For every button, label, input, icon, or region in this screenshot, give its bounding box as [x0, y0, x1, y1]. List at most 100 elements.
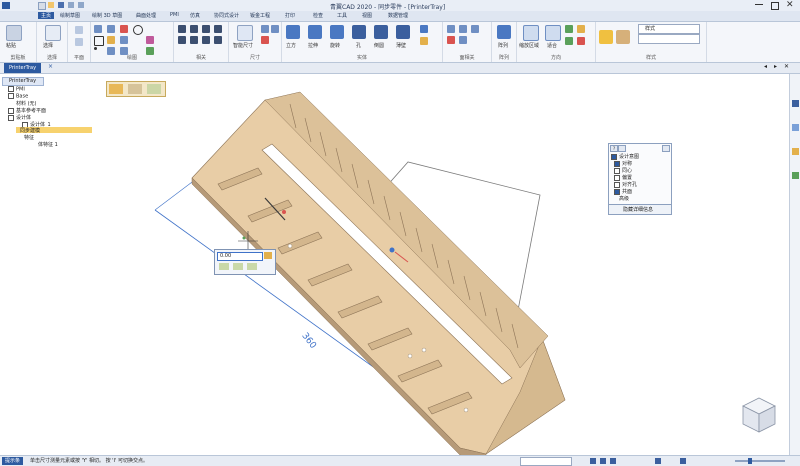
- side-panel-icon-2[interactable]: [792, 124, 799, 131]
- app-logo-icon[interactable]: [2, 2, 10, 9]
- fit-icon[interactable]: [545, 25, 561, 41]
- qat-save-icon[interactable]: [58, 2, 64, 8]
- status-icon-c[interactable]: [610, 458, 616, 464]
- tree-item[interactable]: PMI: [8, 86, 25, 93]
- angle-dimension-icon[interactable]: [261, 25, 269, 33]
- select-mode-icon[interactable]: [109, 84, 123, 94]
- checkbox[interactable]: [614, 174, 620, 181]
- status-icon-e[interactable]: [680, 458, 686, 464]
- symmetric-dimension-icon[interactable]: [261, 36, 269, 44]
- draft-icon[interactable]: [420, 25, 428, 33]
- paste-icon[interactable]: [6, 25, 22, 41]
- extrude-icon[interactable]: [308, 25, 322, 39]
- zoom-slider[interactable]: [735, 460, 785, 462]
- circle-icon[interactable]: [133, 25, 143, 35]
- hole-icon[interactable]: [352, 25, 366, 39]
- document-tab[interactable]: PrinterTray: [4, 63, 42, 73]
- doc-close-icon[interactable]: ✕: [784, 63, 789, 70]
- tab-inspect[interactable]: 检查: [313, 12, 323, 19]
- intent-option[interactable]: 对齐孔: [614, 181, 637, 188]
- round-icon[interactable]: [374, 25, 388, 39]
- thin-icon[interactable]: [396, 25, 410, 39]
- hide-details-button[interactable]: 隐藏详细信息: [609, 204, 671, 214]
- shading-icon[interactable]: [599, 30, 613, 44]
- face-delete-icon[interactable]: [447, 36, 455, 44]
- point-icon[interactable]: [94, 47, 97, 50]
- shell-icon[interactable]: [420, 37, 428, 45]
- coordinate-dimension-icon[interactable]: [271, 25, 279, 33]
- pattern-icon[interactable]: [497, 25, 511, 39]
- view-zoom-icon[interactable]: [565, 37, 573, 45]
- view-cube[interactable]: [741, 396, 777, 434]
- tab-data-management[interactable]: 数据管理: [388, 12, 408, 19]
- view-orient-icon[interactable]: [577, 37, 585, 45]
- select-area-icon[interactable]: [147, 84, 161, 94]
- dimension-direction-left-icon[interactable]: [219, 263, 229, 270]
- maximize-icon[interactable]: [771, 2, 779, 10]
- face-offset-icon[interactable]: [471, 25, 479, 33]
- select-arrow-icon[interactable]: [45, 25, 61, 41]
- style-dropdown[interactable]: 样式: [638, 24, 700, 34]
- fillet-icon[interactable]: [120, 36, 128, 44]
- minimize-icon[interactable]: [755, 4, 763, 5]
- relate-horizontal-icon[interactable]: [178, 25, 186, 33]
- checkbox[interactable]: [8, 107, 14, 114]
- plane-lock-icon[interactable]: [75, 38, 83, 46]
- tab-view[interactable]: 视图: [362, 12, 372, 19]
- pin-icon[interactable]: [662, 145, 670, 152]
- checkbox[interactable]: [614, 167, 620, 174]
- intent-option[interactable]: 同心: [614, 167, 632, 174]
- face-rotate-icon[interactable]: [459, 25, 467, 33]
- tab-surfacing[interactable]: 曲面处理: [136, 12, 156, 19]
- relate-coincident-icon[interactable]: [178, 36, 186, 44]
- checkbox[interactable]: [611, 153, 617, 160]
- box-icon[interactable]: [286, 25, 300, 39]
- view-pan-icon[interactable]: [577, 25, 585, 33]
- tree-item[interactable]: 设计体: [8, 114, 31, 121]
- style-value-dropdown[interactable]: [638, 34, 700, 44]
- checkbox[interactable]: [8, 86, 14, 92]
- tab-home[interactable]: 主页: [38, 12, 55, 19]
- tab-scroll-right-icon[interactable]: ▸: [774, 63, 777, 70]
- help-icon[interactable]: ?: [610, 145, 618, 152]
- intent-option[interactable]: 对称: [614, 160, 632, 167]
- tab-print[interactable]: 打印: [285, 12, 295, 19]
- relate-tangent-icon[interactable]: [202, 25, 210, 33]
- qat-new-icon[interactable]: [38, 2, 46, 10]
- relate-perpendicular-icon[interactable]: [202, 36, 210, 44]
- tree-item[interactable]: 材料 (无): [16, 100, 37, 107]
- tab-3d-sketch[interactable]: 绘制 3D 草图: [92, 12, 122, 19]
- qat-redo-icon[interactable]: [78, 2, 84, 8]
- tree-root[interactable]: PrinterTray: [2, 77, 44, 86]
- zoom-slider-thumb[interactable]: [748, 458, 752, 464]
- zoom-area-icon[interactable]: [523, 25, 539, 41]
- face-replace-icon[interactable]: [459, 36, 467, 44]
- checkbox[interactable]: [614, 160, 620, 167]
- intent-option[interactable]: 共面: [614, 188, 632, 195]
- tree-item-selected[interactable]: 同步建模: [16, 127, 92, 134]
- tab-close-icon[interactable]: ×: [48, 63, 53, 70]
- dimension-direction-right-icon[interactable]: [247, 263, 257, 270]
- close-icon[interactable]: ✕: [786, 0, 794, 10]
- trim-icon[interactable]: [146, 36, 154, 44]
- checkbox[interactable]: [614, 188, 620, 195]
- checkbox[interactable]: [8, 114, 14, 121]
- prompt-tab[interactable]: 提示条: [2, 457, 24, 465]
- select-filter-icon[interactable]: [128, 84, 142, 94]
- tab-tools[interactable]: 工具: [337, 12, 347, 19]
- graphics-viewport[interactable]: 360 0.00 PrinterTray PMI Base 材料 (无) 基本参…: [0, 74, 800, 455]
- curve-icon[interactable]: [120, 25, 128, 33]
- tree-item[interactable]: 体特征 1: [38, 141, 58, 148]
- tab-pmi[interactable]: PMI: [170, 12, 179, 18]
- face-move-icon[interactable]: [447, 25, 455, 33]
- side-panel-icon-4[interactable]: [792, 172, 799, 179]
- dimension-lock-icon[interactable]: [264, 252, 272, 259]
- qat-undo-icon[interactable]: [68, 2, 74, 8]
- status-icon-b[interactable]: [600, 458, 606, 464]
- tab-simulation[interactable]: 仿真: [190, 12, 200, 19]
- tree-item[interactable]: 基本参考平面: [8, 107, 46, 114]
- plane-icon[interactable]: [75, 26, 83, 34]
- dimension-direction-both-icon[interactable]: [233, 263, 243, 270]
- smart-dimension-icon[interactable]: [237, 25, 253, 41]
- tab-sheetmetal[interactable]: 钣金工程: [250, 12, 270, 19]
